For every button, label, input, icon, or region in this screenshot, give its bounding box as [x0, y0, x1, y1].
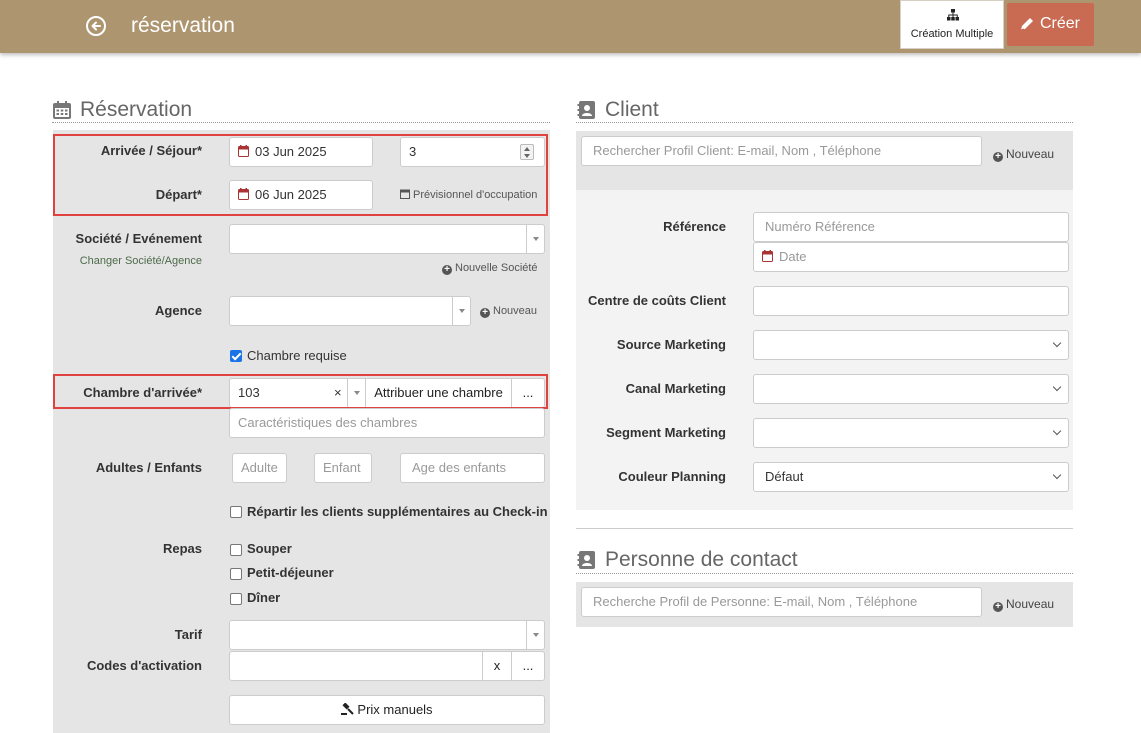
back-arrow-icon[interactable]	[86, 16, 106, 36]
reservation-title-divider	[52, 122, 550, 123]
contact-search-input[interactable]: Recherche Profil de Personne: E-mail, No…	[581, 587, 982, 617]
company-label: Société / Evénement	[75, 231, 202, 246]
contact-new-link[interactable]: + Nouveau	[993, 597, 1054, 612]
meal-dinner-checkbox[interactable]	[230, 544, 242, 556]
dropdown-arrow-icon	[452, 297, 470, 325]
room-highlight-box	[53, 374, 548, 409]
distribute-label: Répartir les clients supplémentaires au …	[247, 504, 548, 519]
reference-label: Référence	[663, 219, 726, 234]
manual-prices-button[interactable]: Prix manuels	[229, 695, 545, 725]
reference-date-field[interactable]: Date	[753, 242, 1069, 272]
contact-title-divider	[576, 573, 1073, 574]
contact-card-icon	[577, 101, 595, 119]
agency-label: Agence	[155, 303, 202, 318]
room-required-checkbox[interactable]	[230, 350, 242, 362]
meal-option-label: Souper	[247, 541, 292, 556]
reference-number-input[interactable]: Numéro Référence	[753, 212, 1069, 242]
guests-label: Adultes / Enfants	[95, 460, 202, 475]
room-features-input[interactable]: Caractéristiques des chambres	[229, 408, 545, 438]
marketing-source-label: Source Marketing	[616, 337, 726, 352]
cost-center-input[interactable]	[753, 286, 1069, 316]
room-required-label: Chambre requise	[247, 348, 347, 363]
plus-circle-icon: +	[993, 152, 1003, 162]
top-bar: réservation Création Multiple Créer	[0, 0, 1141, 53]
chevron-down-icon	[1052, 338, 1062, 348]
new-company-link[interactable]: + Nouvelle Société	[442, 262, 538, 275]
activation-codes-label: Codes d'activation	[86, 658, 202, 673]
page-title: réservation	[131, 14, 235, 37]
pencil-icon	[1020, 18, 1033, 31]
plus-circle-icon: +	[993, 602, 1003, 612]
change-company-link[interactable]: Changer Société/Agence	[60, 255, 202, 267]
adults-input[interactable]: Adulte	[232, 453, 287, 483]
planning-color-select[interactable]: Défaut	[753, 462, 1069, 492]
client-search-input[interactable]: Rechercher Profil Client: E-mail, Nom , …	[581, 136, 982, 166]
distribute-checkbox[interactable]	[230, 506, 242, 518]
multi-creation-button[interactable]: Création Multiple	[900, 0, 1004, 49]
contact-card-icon	[577, 551, 595, 569]
create-button[interactable]: Créer	[1007, 3, 1094, 46]
agency-new-link[interactable]: + Nouveau	[480, 305, 537, 318]
marketing-segment-select[interactable]	[753, 418, 1069, 448]
activation-codes-input[interactable]	[229, 651, 483, 681]
children-input[interactable]: Enfant	[314, 453, 372, 483]
plus-circle-icon: +	[442, 265, 452, 275]
chevron-down-icon	[1052, 426, 1062, 436]
marketing-source-select[interactable]	[753, 330, 1069, 360]
chevron-down-icon	[1052, 382, 1062, 392]
meal-option-label: Petit-déjeuner	[247, 565, 334, 580]
calendar-icon	[762, 250, 773, 262]
clear-activation-button[interactable]: x	[482, 651, 512, 681]
cost-center-label: Centre de coûts Client	[588, 293, 726, 308]
marketing-channel-label: Canal Marketing	[625, 381, 726, 396]
dropdown-arrow-icon	[526, 621, 544, 649]
children-ages-input[interactable]: Age des enfants	[400, 453, 545, 483]
dates-highlight-box	[53, 134, 548, 216]
meal-lunch-checkbox[interactable]	[230, 593, 242, 605]
multi-creation-label: Création Multiple	[910, 28, 994, 40]
calendar-icon	[53, 101, 71, 119]
client-title-divider	[576, 122, 1073, 123]
dropdown-arrow-icon	[526, 225, 544, 253]
rate-label: Tarif	[174, 627, 202, 642]
planning-color-label: Couleur Planning	[618, 469, 726, 484]
gavel-icon	[341, 702, 355, 715]
sitemap-icon	[947, 9, 959, 21]
meals-label: Repas	[162, 541, 202, 556]
agency-select[interactable]	[229, 296, 471, 326]
company-select[interactable]	[229, 224, 545, 254]
section-separator	[576, 528, 1073, 529]
marketing-segment-label: Segment Marketing	[606, 425, 726, 440]
activation-more-button[interactable]: ...	[511, 651, 545, 681]
meal-option-label: Dîner	[247, 590, 281, 605]
plus-circle-icon: +	[480, 308, 490, 318]
create-label: Créer	[1040, 15, 1081, 32]
client-new-link[interactable]: + Nouveau	[993, 147, 1054, 162]
rate-select[interactable]	[229, 620, 545, 650]
marketing-channel-select[interactable]	[753, 374, 1069, 404]
meal-breakfast-checkbox[interactable]	[230, 568, 242, 580]
chevron-down-icon	[1052, 470, 1062, 480]
